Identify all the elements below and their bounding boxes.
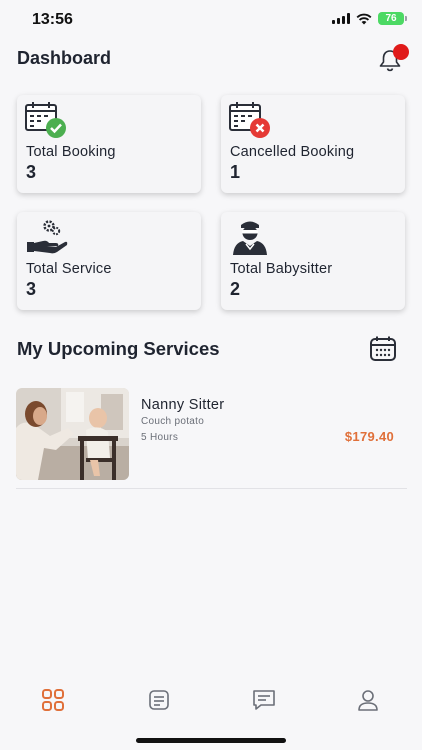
notification-button[interactable] <box>377 44 411 74</box>
user-icon <box>358 690 378 711</box>
service-price: $179.40 <box>344 429 394 444</box>
stat-count: 2 <box>230 279 241 299</box>
stat-label: Total Service <box>26 261 112 277</box>
chat-icon <box>253 690 275 710</box>
stat-count: 3 <box>26 279 37 299</box>
stat-count: 1 <box>230 162 241 182</box>
status-time: 13:56 <box>32 11 73 28</box>
document-icon <box>149 690 169 710</box>
service-name: Nanny Sitter <box>141 397 225 413</box>
service-photo <box>16 388 129 480</box>
calendar-cancel-icon <box>229 102 270 138</box>
home-indicator <box>136 738 286 743</box>
person-icon <box>233 221 267 255</box>
nav-dashboard[interactable] <box>41 688 67 714</box>
stat-card-total-booking[interactable]: Total Booking 3 <box>17 95 201 193</box>
calendar-button[interactable] <box>369 335 397 363</box>
section-title: My Upcoming Services <box>17 338 220 359</box>
grid-icon <box>42 689 64 711</box>
notification-badge <box>393 44 409 60</box>
nav-profile[interactable] <box>356 688 382 714</box>
nav-messages[interactable] <box>251 688 277 714</box>
stat-card-total-service[interactable]: Total Service 3 <box>17 212 201 310</box>
wifi-icon <box>356 13 372 24</box>
calendar-check-icon <box>25 102 66 138</box>
stat-count: 3 <box>26 162 37 182</box>
status-icons: 76 <box>332 12 407 25</box>
signal-icon <box>332 13 350 24</box>
stat-card-total-babysitter[interactable]: Total Babysitter 2 <box>221 212 405 310</box>
status-bar: 13:56 76 <box>0 0 422 40</box>
stat-card-cancelled-booking[interactable]: Cancelled Booking 1 <box>221 95 405 193</box>
stat-label: Total Babysitter <box>230 261 333 277</box>
calendar-icon <box>370 336 396 361</box>
service-subtitle: Couch potato <box>141 416 205 427</box>
service-list-item[interactable]: Nanny Sitter Couch potato 5 Hours $179.4… <box>16 388 407 489</box>
battery-icon: 76 <box>378 12 407 25</box>
page-title: Dashboard <box>17 48 112 68</box>
service-duration: 5 Hours <box>141 432 179 443</box>
stat-label: Cancelled Booking <box>230 144 355 160</box>
bottom-nav <box>0 680 422 720</box>
hand-gears-icon <box>27 220 68 254</box>
nav-bookings[interactable] <box>147 688 173 714</box>
stat-label: Total Booking <box>26 144 116 160</box>
